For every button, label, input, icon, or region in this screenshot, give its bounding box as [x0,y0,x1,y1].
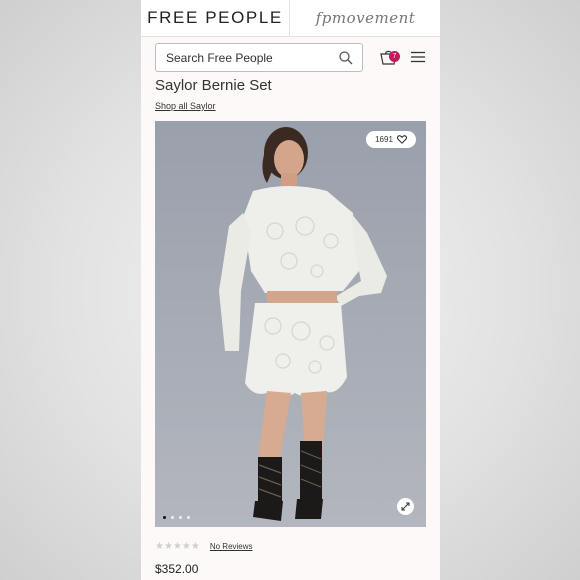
shop-all-link[interactable]: Shop all Saylor [155,101,216,111]
brand-fp-movement[interactable]: fpmovement [291,0,440,36]
heart-icon [396,135,407,144]
star-icon: ★ [190,541,200,552]
expand-button[interactable] [397,498,414,515]
brand-bar: FREE PEOPLE fpmovement [141,0,440,37]
carousel-dot[interactable] [163,516,166,519]
carousel-dot[interactable] [171,516,174,519]
likes-button[interactable]: 1691 [366,131,416,148]
expand-icon [401,502,410,511]
search-box[interactable]: Search Free People [155,43,363,72]
reviews-link[interactable]: No Reviews [210,542,253,551]
star-icon: ★ [155,541,164,552]
model-illustration [219,127,387,521]
star-rating: ★★★★★ [155,541,200,552]
star-icon: ★ [163,541,173,552]
rating-row: ★★★★★ No Reviews [155,541,253,552]
carousel-dot[interactable] [179,516,182,519]
star-icon: ★ [172,541,182,552]
search-icon[interactable] [338,50,354,66]
search-input[interactable]: Search Free People [166,51,273,65]
product-title: Saylor Bernie Set [155,77,272,94]
likes-count: 1691 [375,135,393,144]
mobile-page: FREE PEOPLE fpmovement Search Free Peopl… [141,0,440,580]
star-icon: ★ [181,541,191,552]
carousel-dots[interactable] [163,516,190,519]
product-price: $352.00 [155,562,199,576]
carousel-dot[interactable] [187,516,190,519]
brand-free-people[interactable]: FREE PEOPLE [141,0,290,36]
cart-count-badge: 7 [389,51,400,62]
menu-icon[interactable] [411,51,425,63]
product-image[interactable]: 1691 [155,121,426,527]
